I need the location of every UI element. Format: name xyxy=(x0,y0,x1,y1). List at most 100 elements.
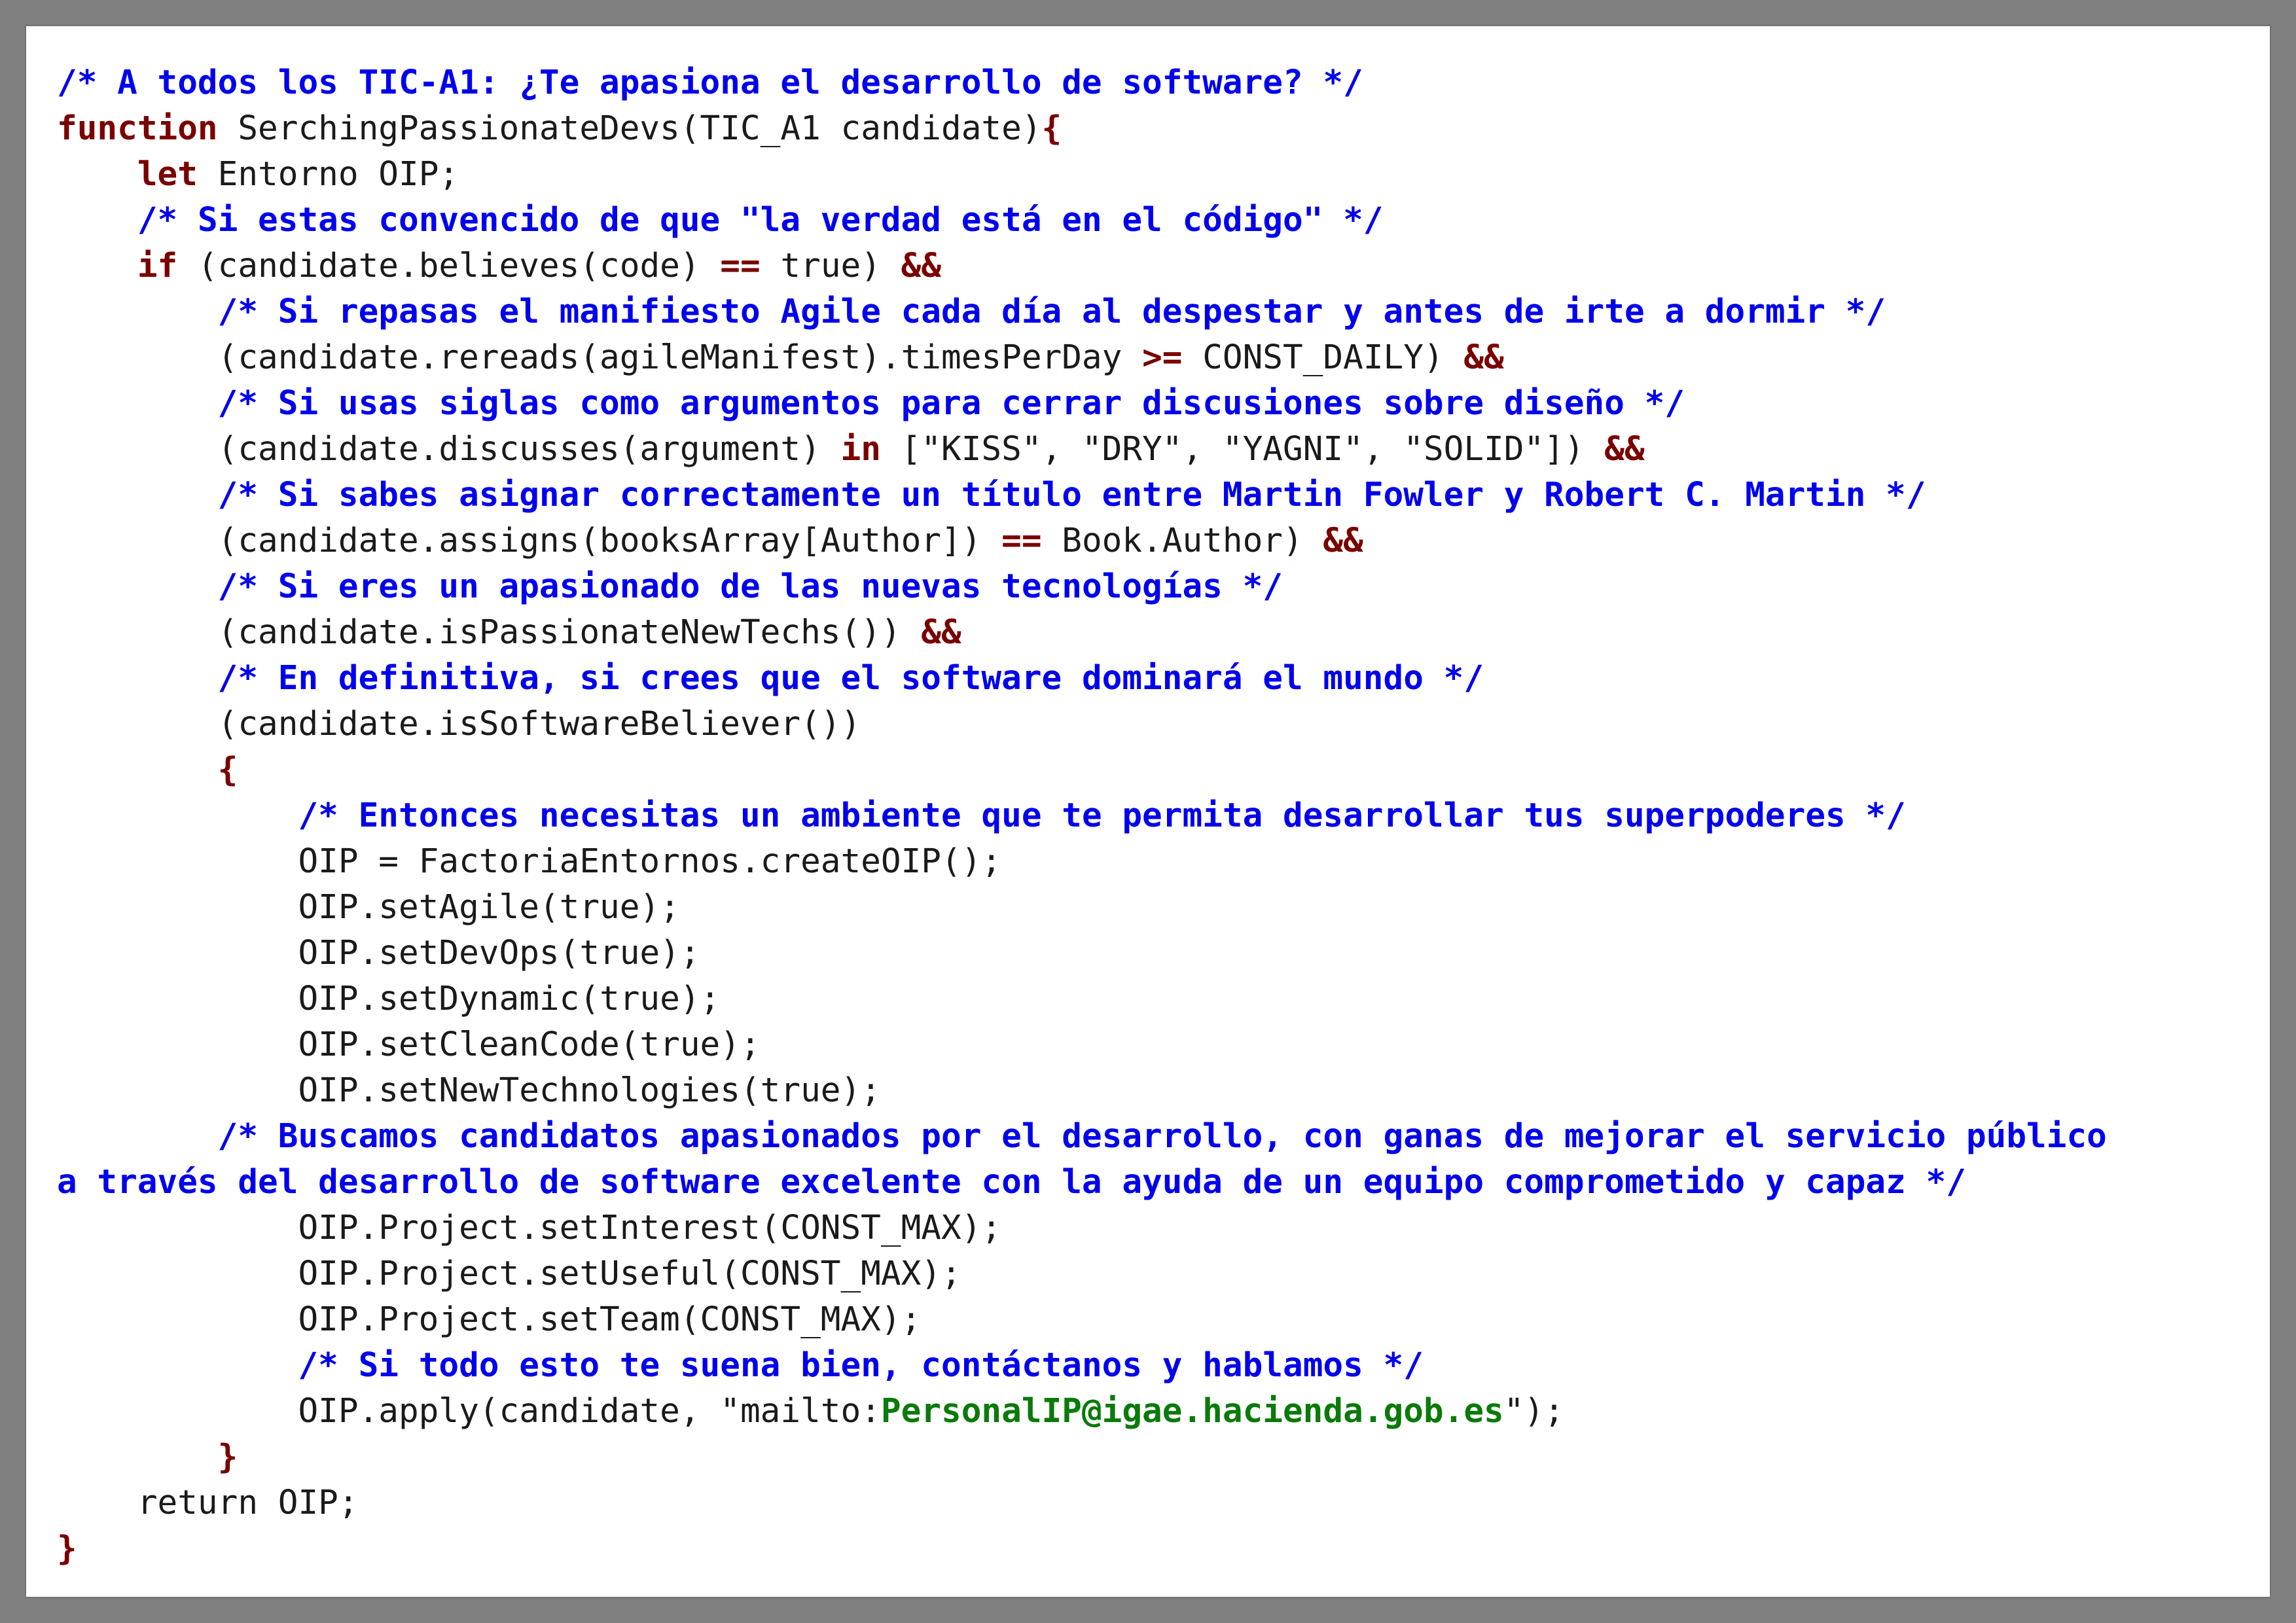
code-text: (candidate.assigns(booksArray[Author]) xyxy=(57,522,1002,560)
code-comment: /* Si todo esto te suena bien, contáctan… xyxy=(298,1346,1424,1385)
code-line: return OIP; xyxy=(57,1480,2107,1526)
code-line: } xyxy=(57,1435,2107,1480)
code-line: (candidate.discusses(argument) in ["KISS… xyxy=(57,427,2107,473)
code-line: a través del desarrollo de software exce… xyxy=(57,1160,2107,1205)
code-text: true) xyxy=(760,247,901,285)
code-text: OIP.Project.setTeam(CONST_MAX); xyxy=(57,1300,922,1339)
code-text: OIP.setDynamic(true); xyxy=(57,980,721,1018)
code-block: /* A todos los TIC-A1: ¿Te apasiona el d… xyxy=(57,60,2107,1572)
code-operator: >= xyxy=(1142,338,1183,377)
code-text: (candidate.isSoftwareBeliever()) xyxy=(57,705,861,743)
code-line: OIP.Project.setInterest(CONST_MAX); xyxy=(57,1205,2107,1251)
code-operator: == xyxy=(1001,522,1042,560)
code-line: /* Si eres un apasionado de las nuevas t… xyxy=(57,564,2107,610)
code-text: OIP.setNewTechnologies(true); xyxy=(57,1071,881,1110)
email-link[interactable]: PersonalIP@igae.hacienda.gob.es xyxy=(881,1392,1504,1431)
code-line: /* Si sabes asignar correctamente un tít… xyxy=(57,473,2107,518)
code-text: Book.Author) xyxy=(1041,522,1323,560)
code-text: (candidate.rereads(agileManifest).timesP… xyxy=(57,338,1143,377)
code-line: let Entorno OIP; xyxy=(57,152,2107,198)
code-line: } xyxy=(57,1526,2107,1572)
code-operator: == xyxy=(720,247,761,285)
code-operator: { xyxy=(217,751,238,789)
code-comment: /* Buscamos candidatos apasionados por e… xyxy=(217,1117,2107,1156)
code-text: OIP = FactoriaEntornos.createOIP(); xyxy=(57,842,1002,881)
code-text: (candidate.discusses(argument) xyxy=(57,430,841,469)
code-line: OIP = FactoriaEntornos.createOIP(); xyxy=(57,839,2107,885)
code-text: OIP.apply(candidate, "mailto: xyxy=(57,1392,881,1431)
code-line: /* Entonces necesitas un ambiente que te… xyxy=(57,793,2107,839)
code-operator: && xyxy=(901,247,942,285)
code-line: /* Si estas convencido de que "la verdad… xyxy=(57,198,2107,243)
code-line: OIP.apply(candidate, "mailto:PersonalIP@… xyxy=(57,1389,2107,1435)
code-text: return OIP; xyxy=(57,1484,359,1522)
code-comment: /* Si repasas el manifiesto Agile cada d… xyxy=(217,293,1886,331)
code-comment: a través del desarrollo de software exce… xyxy=(57,1163,1966,1202)
code-text: (candidate.isPassionateNewTechs()) xyxy=(57,613,922,652)
code-comment: /* A todos los TIC-A1: ¿Te apasiona el d… xyxy=(57,63,1363,102)
code-line: OIP.Project.setUseful(CONST_MAX); xyxy=(57,1251,2107,1297)
code-line: OIP.setAgile(true); xyxy=(57,885,2107,931)
code-text: ["KISS", "DRY", "YAGNI", "SOLID"]) xyxy=(880,430,1605,469)
code-comment: /* En definitiva, si crees que el softwa… xyxy=(217,659,1484,698)
code-line: (candidate.isSoftwareBeliever()) xyxy=(57,702,2107,747)
code-text: CONST_DAILY) xyxy=(1182,338,1464,377)
code-operator: } xyxy=(57,1529,77,1568)
code-line: OIP.setNewTechnologies(true); xyxy=(57,1068,2107,1114)
code-keyword: if xyxy=(137,247,178,285)
code-line: /* A todos los TIC-A1: ¿Te apasiona el d… xyxy=(57,60,2107,106)
code-text: SerchingPassionateDevs(TIC_A1 candidate) xyxy=(217,109,1042,148)
code-operator: && xyxy=(921,613,961,652)
code-line: { xyxy=(57,747,2107,793)
code-line: /* En definitiva, si crees que el softwa… xyxy=(57,656,2107,702)
code-operator: { xyxy=(1041,109,1062,148)
code-line: (candidate.assigns(booksArray[Author]) =… xyxy=(57,518,2107,564)
code-line: OIP.setDynamic(true); xyxy=(57,976,2107,1022)
code-text: OIP.setCleanCode(true); xyxy=(57,1026,761,1064)
code-text: "); xyxy=(1503,1392,1564,1431)
code-text: (candidate.believes(code) xyxy=(177,247,721,285)
code-line: OIP.setCleanCode(true); xyxy=(57,1022,2107,1068)
code-text: OIP.Project.setInterest(CONST_MAX); xyxy=(57,1209,1002,1247)
code-text: OIP.setAgile(true); xyxy=(57,888,680,927)
code-comment: /* Si estas convencido de que "la verdad… xyxy=(137,201,1384,240)
code-comment: /* Si eres un apasionado de las nuevas t… xyxy=(217,567,1283,606)
code-text: OIP.setDevOps(true); xyxy=(57,934,700,972)
code-line: if (candidate.believes(code) == true) && xyxy=(57,243,2107,289)
code-operator: } xyxy=(217,1438,238,1476)
code-keyword: in xyxy=(840,430,881,469)
code-keyword: function xyxy=(57,109,218,148)
code-line: /* Si todo esto te suena bien, contáctan… xyxy=(57,1343,2107,1389)
code-line: /* Si usas siglas como argumentos para c… xyxy=(57,381,2107,427)
code-line: OIP.setDevOps(true); xyxy=(57,931,2107,976)
code-operator: && xyxy=(1604,430,1645,469)
code-line: (candidate.isPassionateNewTechs()) && xyxy=(57,610,2107,656)
code-operator: && xyxy=(1323,522,1363,560)
code-line: (candidate.rereads(agileManifest).timesP… xyxy=(57,335,2107,381)
code-line: OIP.Project.setTeam(CONST_MAX); xyxy=(57,1297,2107,1343)
code-text: OIP.Project.setUseful(CONST_MAX); xyxy=(57,1255,961,1293)
code-page: /* A todos los TIC-A1: ¿Te apasiona el d… xyxy=(26,26,2270,1597)
code-line: /* Buscamos candidatos apasionados por e… xyxy=(57,1114,2107,1160)
code-comment: /* Si sabes asignar correctamente un tít… xyxy=(217,476,1926,514)
code-text: Entorno OIP; xyxy=(197,155,459,194)
code-comment: /* Si usas siglas como argumentos para c… xyxy=(217,384,1685,423)
code-operator: && xyxy=(1463,338,1504,377)
code-line: function SerchingPassionateDevs(TIC_A1 c… xyxy=(57,106,2107,152)
code-line: /* Si repasas el manifiesto Agile cada d… xyxy=(57,289,2107,335)
code-keyword: let xyxy=(137,155,198,194)
code-comment: /* Entonces necesitas un ambiente que te… xyxy=(298,796,1906,835)
